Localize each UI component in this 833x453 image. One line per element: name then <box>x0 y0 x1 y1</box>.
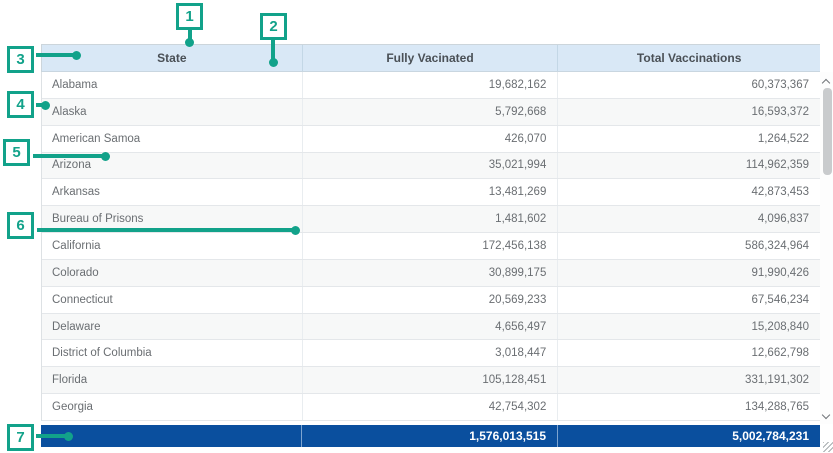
callout-5: 5 <box>3 139 30 166</box>
summary-row: 1,576,013,515 5,002,784,231 <box>41 425 820 447</box>
table-row[interactable]: Alaska 5,792,668 16,593,372 <box>42 99 820 126</box>
callout-1: 1 <box>176 3 203 30</box>
callout-3: 3 <box>7 46 34 73</box>
column-header-state[interactable]: State <box>42 45 303 71</box>
scrollbar-thumb[interactable] <box>823 88 832 175</box>
cell-total-vaccinations: 16,593,372 <box>558 99 820 125</box>
chevron-up-icon[interactable] <box>822 79 830 87</box>
table-row[interactable]: Colorado 30,899,175 91,990,426 <box>42 260 820 287</box>
callout-2: 2 <box>260 13 287 40</box>
column-header-total-vaccinations[interactable]: Total Vaccinations <box>558 45 820 71</box>
cell-state: American Samoa <box>42 126 303 152</box>
callout-7-dot <box>64 432 73 441</box>
table-row[interactable]: California 172,456,138 586,324,964 <box>42 233 820 260</box>
callout-3-line <box>36 53 76 57</box>
table-row[interactable]: Georgia 42,754,302 134,288,765 <box>42 394 820 421</box>
column-header-fully-vaccinated[interactable]: Fully Vacinated <box>303 45 559 71</box>
cell-fully-vaccinated: 30,899,175 <box>303 260 559 286</box>
table-row[interactable]: Delaware 4,656,497 15,208,840 <box>42 314 820 341</box>
cell-total-vaccinations: 60,373,367 <box>558 72 820 98</box>
table-row[interactable]: Arkansas 13,481,269 42,873,453 <box>42 179 820 206</box>
cell-fully-vaccinated: 20,569,233 <box>303 287 559 313</box>
cell-total-vaccinations: 1,264,522 <box>558 126 820 152</box>
cell-total-vaccinations: 67,546,234 <box>558 287 820 313</box>
cell-fully-vaccinated: 172,456,138 <box>303 233 559 259</box>
cell-total-vaccinations: 15,208,840 <box>558 314 820 340</box>
cell-fully-vaccinated: 1,481,602 <box>303 206 559 232</box>
cell-state: California <box>42 233 303 259</box>
cell-fully-vaccinated: 105,128,451 <box>303 367 559 393</box>
cell-state: District of Columbia <box>42 340 303 366</box>
cell-fully-vaccinated: 3,018,447 <box>303 340 559 366</box>
callout-7: 7 <box>7 424 34 451</box>
vaccinations-table-widget: State Fully Vacinated Total Vaccinations… <box>0 0 833 453</box>
table-row[interactable]: Florida 105,128,451 331,191,302 <box>42 367 820 394</box>
resize-grip-icon[interactable] <box>823 442 833 452</box>
cell-state: Colorado <box>42 260 303 286</box>
table-body: Alabama 19,682,162 60,373,367 Alaska 5,7… <box>41 72 820 421</box>
cell-state: Georgia <box>42 394 303 420</box>
cell-total-vaccinations: 331,191,302 <box>558 367 820 393</box>
cell-total-vaccinations: 4,096,837 <box>558 206 820 232</box>
callout-4: 4 <box>7 91 34 118</box>
table-row[interactable]: Arizona 35,021,994 114,962,359 <box>42 153 820 180</box>
cell-total-vaccinations: 114,962,359 <box>558 153 820 179</box>
cell-state: Delaware <box>42 314 303 340</box>
cell-state: Connecticut <box>42 287 303 313</box>
summary-fully-vaccinated: 1,576,013,515 <box>302 425 558 447</box>
callout-5-line <box>33 154 103 158</box>
cell-total-vaccinations: 134,288,765 <box>558 394 820 420</box>
table-row[interactable]: District of Columbia 3,018,447 12,662,79… <box>42 340 820 367</box>
cell-fully-vaccinated: 426,070 <box>303 126 559 152</box>
callout-1-dot <box>185 38 194 47</box>
cell-fully-vaccinated: 19,682,162 <box>303 72 559 98</box>
callout-6: 6 <box>7 212 34 239</box>
table-row[interactable]: Alabama 19,682,162 60,373,367 <box>42 72 820 99</box>
summary-state-cell <box>41 425 302 447</box>
cell-state: Florida <box>42 367 303 393</box>
callout-2-dot <box>269 58 278 67</box>
cell-fully-vaccinated: 4,656,497 <box>303 314 559 340</box>
summary-total-vaccinations: 5,002,784,231 <box>558 425 820 447</box>
callout-4-dot <box>41 101 50 110</box>
cell-total-vaccinations: 586,324,964 <box>558 233 820 259</box>
cell-state: Alabama <box>42 72 303 98</box>
cell-fully-vaccinated: 13,481,269 <box>303 179 559 205</box>
callout-5-dot <box>101 152 110 161</box>
table-header-row: State Fully Vacinated Total Vaccinations <box>41 44 820 72</box>
chevron-down-icon[interactable] <box>822 411 830 419</box>
callout-6-line <box>37 228 293 232</box>
callout-3-dot <box>72 51 81 60</box>
callout-7-line <box>36 434 67 438</box>
cell-total-vaccinations: 42,873,453 <box>558 179 820 205</box>
cell-total-vaccinations: 12,662,798 <box>558 340 820 366</box>
cell-fully-vaccinated: 35,021,994 <box>303 153 559 179</box>
table-row[interactable]: American Samoa 426,070 1,264,522 <box>42 126 820 153</box>
cell-state: Alaska <box>42 99 303 125</box>
cell-fully-vaccinated: 42,754,302 <box>303 394 559 420</box>
vertical-scrollbar[interactable] <box>820 72 833 424</box>
cell-total-vaccinations: 91,990,426 <box>558 260 820 286</box>
cell-state: Arkansas <box>42 179 303 205</box>
callout-6-dot <box>291 226 300 235</box>
cell-fully-vaccinated: 5,792,668 <box>303 99 559 125</box>
table-row[interactable]: Connecticut 20,569,233 67,546,234 <box>42 287 820 314</box>
